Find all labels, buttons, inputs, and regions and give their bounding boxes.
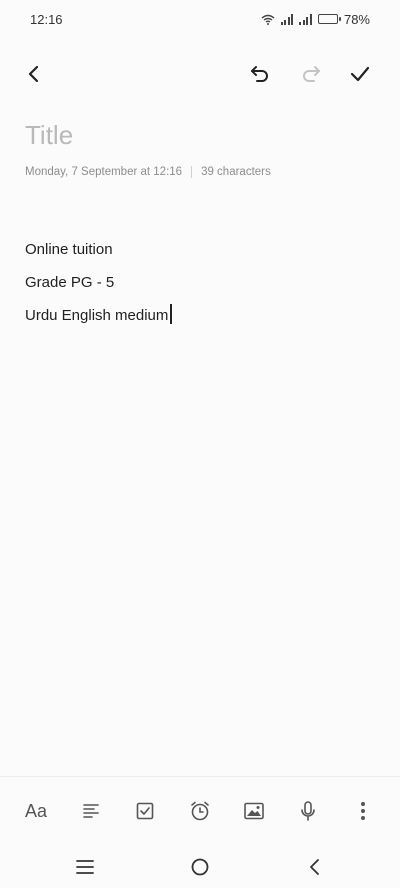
editor-toolbar <box>0 52 400 96</box>
text-style-button[interactable]: Aa <box>21 796 51 826</box>
undo-button[interactable] <box>246 60 274 88</box>
more-vertical-icon <box>361 802 365 820</box>
text-style-label: Aa <box>24 800 48 821</box>
format-bar-divider <box>0 776 400 777</box>
redo-button[interactable] <box>297 60 325 88</box>
home-icon <box>191 858 209 876</box>
insert-image-button[interactable] <box>239 796 269 826</box>
wifi-icon <box>261 14 275 25</box>
reminder-button[interactable] <box>185 796 215 826</box>
system-nav-bar <box>0 845 400 888</box>
recent-apps-button[interactable] <box>70 853 100 881</box>
more-options-button[interactable] <box>348 796 378 826</box>
microphone-icon <box>301 801 315 821</box>
note-line: Online tuition <box>25 241 113 258</box>
note-date: Monday, 7 September at 12:16 <box>25 166 183 178</box>
signal-icon <box>280 13 294 25</box>
back-arrow-icon <box>28 65 39 83</box>
back-icon <box>310 859 319 875</box>
note-meta: Monday, 7 September at 12:16 39 characte… <box>25 166 271 178</box>
note-title-input[interactable]: Title <box>25 120 73 151</box>
save-button[interactable] <box>346 60 374 88</box>
text-align-button[interactable] <box>76 796 106 826</box>
signal-icon <box>299 13 312 25</box>
checklist-button[interactable] <box>130 796 160 826</box>
status-time: 12:16 <box>30 11 63 27</box>
voice-input-button[interactable] <box>293 796 323 826</box>
redo-icon <box>303 66 320 82</box>
battery-icon <box>317 14 341 24</box>
checkbox-icon <box>136 802 154 820</box>
note-body-editor[interactable]: Online tuition Grade PG - 5 Urdu English… <box>25 238 173 337</box>
undo-icon <box>251 66 268 82</box>
home-button[interactable] <box>185 853 215 881</box>
menu-icon <box>76 860 94 874</box>
note-line: Urdu English medium <box>25 304 173 337</box>
note-line: Grade PG - 5 <box>25 274 115 291</box>
character-count: 39 characters <box>201 166 271 178</box>
text-cursor <box>170 304 173 324</box>
image-icon <box>244 802 264 820</box>
check-icon <box>350 66 370 82</box>
format-bar: Aa <box>0 792 400 830</box>
back-button[interactable] <box>20 60 48 88</box>
alarm-icon <box>191 801 209 821</box>
meta-divider <box>191 166 193 178</box>
status-icons: 78% <box>261 12 370 27</box>
battery-percent: 78% <box>343 11 370 27</box>
system-back-button[interactable] <box>300 853 330 881</box>
text-align-icon <box>83 804 99 818</box>
status-bar: 12:16 78% <box>0 0 400 38</box>
